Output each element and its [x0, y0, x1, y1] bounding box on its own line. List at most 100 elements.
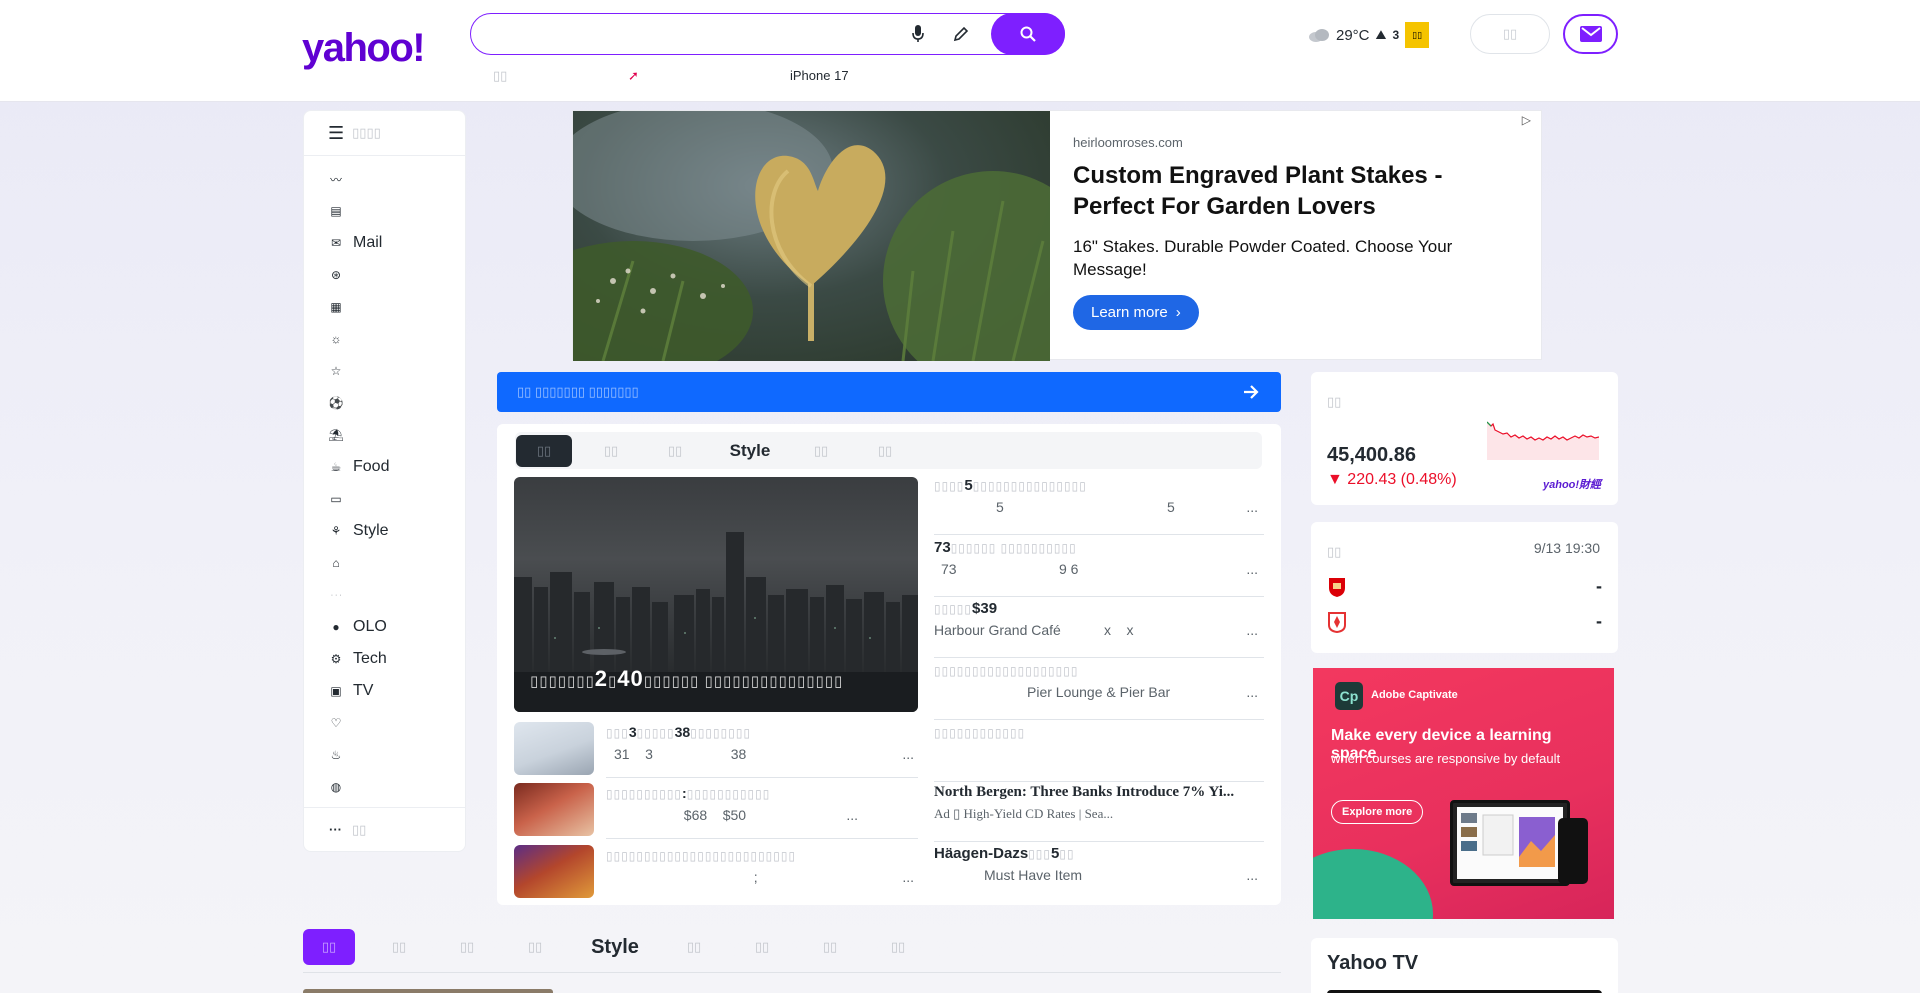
news-story[interactable]: 73▯▯▯▯▯▯ ▯▯▯▯▯▯▯▯▯▯ 73 9 6... [934, 539, 1264, 597]
temperature: 29°C [1336, 26, 1370, 44]
pin-icon: ➚ [628, 68, 639, 83]
news-story[interactable]: Häagen-Dazs▯▯▯5▯▯ Must Have Item... [934, 845, 1264, 903]
menu-toggle[interactable]: ☰ ▯▯▯▯ [304, 111, 465, 156]
nav-item-sports[interactable]: ⊛ [304, 259, 465, 291]
nav-item-soccer[interactable]: ⚽ [304, 387, 465, 419]
search-button[interactable] [991, 13, 1065, 55]
microphone-icon[interactable] [908, 24, 928, 44]
weather-icon: ☼ [330, 332, 342, 346]
ad-image-heart-stake[interactable] [573, 111, 1050, 361]
sports-score-widget[interactable]: ▯▯ 9/13 19:30 - - [1311, 522, 1618, 653]
yahoo-logo[interactable]: yahoo! [302, 26, 426, 70]
story-card-peek[interactable] [303, 989, 553, 993]
bottom-tab-style[interactable]: Style [580, 929, 650, 965]
more-dots-icon[interactable]: ... [1246, 684, 1258, 700]
pencil-icon[interactable] [951, 24, 971, 44]
hero-story[interactable]: ▯▯▯▯▯▯▯2▯40▯▯▯▯▯▯ ▯▯▯▯▯▯▯▯▯▯▯▯▯▯▯ [514, 477, 918, 712]
adchoices-icon[interactable]: ▷ [1522, 113, 1531, 127]
news-story[interactable]: ▯▯▯▯▯▯▯▯▯▯▯▯▯▯▯▯▯▯▯ Pier Lounge & Pier B… [934, 662, 1264, 720]
nav-item-food[interactable]: ☕ Food [304, 451, 465, 483]
search-input[interactable] [489, 22, 889, 46]
nav-item-mail[interactable]: ✉ Mail [304, 227, 465, 259]
news-story[interactable]: ▯▯▯▯▯$39 Harbour Grand Café x x... [934, 600, 1264, 658]
tab-news-1[interactable]: ▯▯ [583, 435, 639, 467]
signin-button[interactable]: ▯▯ [1470, 14, 1550, 54]
stock-widget[interactable]: ▯▯ 45,400.86 ▼ 220.43 (0.48%) yahoo!財經 [1311, 372, 1618, 505]
tab-news-0[interactable]: ▯▯ [516, 435, 572, 467]
more-dots-icon[interactable]: ... [1246, 499, 1258, 515]
bottom-tab-3[interactable]: ▯▯ [509, 929, 561, 965]
explore-more-button[interactable]: Explore more [1331, 800, 1424, 824]
bottom-tab-2[interactable]: ▯▯ [441, 929, 493, 965]
news-story[interactable]: ▯▯▯▯▯▯▯▯▯▯▯▯▯▯▯▯▯▯▯▯▯▯▯▯▯ ;... [514, 845, 918, 901]
nav-item-finance[interactable]: 〰 [304, 163, 465, 195]
search-icon [1020, 26, 1036, 42]
shopping-icon: ⌂ [332, 556, 340, 570]
tv-icon: ▣ [330, 684, 342, 698]
cloud-icon [1309, 29, 1329, 42]
tech-icon: ⚙ [330, 652, 342, 666]
more-dots-icon[interactable]: ... [1246, 867, 1258, 883]
olo-icon: ● [332, 620, 340, 634]
nav-item-globe[interactable]: ◍ [304, 771, 465, 803]
header: yahoo! ▯▯ ➚ iPhone 17 29°C ⛰ 3 ▯▯ ▯▯ [0, 0, 1920, 102]
nav-item-health[interactable]: ♡ [304, 707, 465, 739]
bottom-tab-5[interactable]: ▯▯ [668, 929, 720, 965]
nav-item-ticket[interactable]: ▭ [304, 483, 465, 515]
nav-item-calendar[interactable]: ▦ [304, 291, 465, 323]
nav-list: 〰 ▤ ✉ Mail ⊛ ▦ ☼ ☆ ⚽ ⛱ ☕ Food ▭ ⚘ Style ⌂ ᐧ… [304, 163, 465, 803]
more-dots-icon[interactable]: ... [846, 807, 858, 823]
trending-item[interactable]: ▯▯ [493, 68, 507, 84]
trending-item-iphone[interactable]: iPhone 17 [790, 68, 849, 83]
news-story[interactable]: ▯▯▯3▯▯▯▯▯38▯▯▯▯▯▯▯▯ 31 3 38... [514, 722, 918, 778]
ad-domain[interactable]: heirloomroses.com [1073, 135, 1523, 150]
mail-button[interactable] [1563, 14, 1618, 54]
news-story[interactable]: ▯▯▯▯▯▯▯▯▯▯:▯▯▯▯▯▯▯▯▯▯▯ $68 $50... [514, 783, 918, 839]
yahoo-tv-widget[interactable]: Yahoo TV [1311, 938, 1618, 993]
bottom-tab-0[interactable]: ▯▯ [303, 929, 355, 965]
nav-item-tech[interactable]: ⚙ Tech [304, 643, 465, 675]
bottom-tab-8[interactable]: ▯▯ [872, 929, 924, 965]
nav-item-travel[interactable]: ⛱ [304, 419, 465, 451]
hamburger-icon: ☰ [328, 122, 345, 143]
weather-widget[interactable]: 29°C ⛰ 3 ▯▯ [1308, 22, 1430, 48]
more-dots-icon[interactable]: ... [1246, 561, 1258, 577]
nav-more-button[interactable]: ··· ▯▯ [304, 807, 465, 851]
calendar-icon: ▦ [330, 300, 342, 314]
tab-news-2[interactable]: ▯▯ [647, 435, 703, 467]
promo-banner[interactable]: ▯▯ ▯▯▯▯▯▯▯ ▯▯▯▯▯▯▯ [497, 372, 1281, 412]
bottom-category-tabs: ▯▯ ▯▯ ▯▯ ▯▯ Style ▯▯ ▯▯ ▯▯ ▯▯ [303, 929, 1281, 973]
bottom-tab-1[interactable]: ▯▯ [373, 929, 425, 965]
team-row-home: - [1327, 574, 1602, 600]
ad-title[interactable]: Custom Engraved Plant Stakes - Perfect F… [1073, 160, 1523, 222]
sponsored-story[interactable]: North Bergen: Three Banks Introduce 7% Y… [934, 784, 1264, 842]
more-dots-icon[interactable]: ... [1246, 622, 1258, 638]
stock-change: ▼ 220.43 (0.48%) [1327, 471, 1457, 488]
more-dots-icon[interactable]: ... [902, 746, 914, 762]
nav-item-bubble[interactable]: ᐧ ᐧ ᐧ [304, 579, 465, 611]
news-story[interactable]: ▯▯▯▯▯▯▯▯▯▯▯▯ [934, 724, 1264, 782]
tab-news-5[interactable]: ▯▯ [857, 435, 913, 467]
bottom-tab-7[interactable]: ▯▯ [804, 929, 856, 965]
adobe-captivate-ad[interactable]: Cp Adobe Captivate Make every device a l… [1313, 668, 1614, 919]
nav-item-tv[interactable]: ▣ TV [304, 675, 465, 707]
stock-label: ▯▯ [1327, 394, 1342, 409]
nav-item-cake[interactable]: ♨ [304, 739, 465, 771]
soccer-icon: ⚽ [328, 396, 344, 410]
nav-item-star[interactable]: ☆ [304, 355, 465, 387]
learn-more-button[interactable]: Learn more › [1073, 295, 1199, 330]
news-story[interactable]: ▯▯▯▯5▯▯▯▯▯▯▯▯▯▯▯▯▯▯▯ 5 5... [934, 477, 1264, 535]
star-icon: ☆ [330, 364, 342, 378]
more-dots-icon[interactable]: ... [902, 869, 914, 885]
nav-item-shopping[interactable]: ⌂ [304, 547, 465, 579]
phone-illustration [1558, 818, 1588, 884]
tab-news-4[interactable]: ▯▯ [793, 435, 849, 467]
bottom-tab-6[interactable]: ▯▯ [736, 929, 788, 965]
nav-item-olo[interactable]: ● OLO [304, 611, 465, 643]
nav-item-news[interactable]: ▤ [304, 195, 465, 227]
tab-style[interactable]: Style [715, 435, 785, 467]
top-advertisement[interactable]: heirloomroses.com Custom Engraved Plant … [572, 110, 1542, 361]
nav-item-style[interactable]: ⚘ Style [304, 515, 465, 547]
nav-item-weather[interactable]: ☼ [304, 323, 465, 355]
trending-item-hot[interactable]: ➚ [628, 68, 639, 84]
